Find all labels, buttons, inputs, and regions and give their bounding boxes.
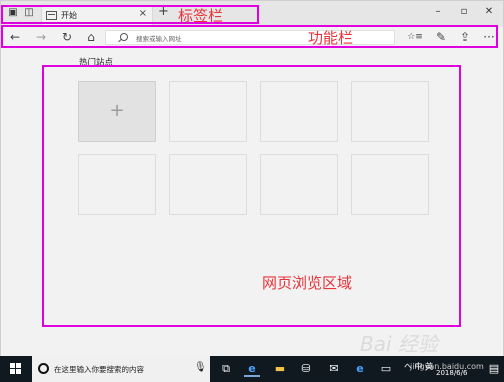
minimize-button[interactable]: – <box>431 6 445 17</box>
file-explorer-icon[interactable]: ▬ <box>272 361 288 377</box>
maximize-button[interactable]: ▫ <box>457 6 471 17</box>
mail-icon[interactable]: ✉ <box>326 361 342 377</box>
task-view-icon[interactable]: ⧉ <box>218 361 234 377</box>
taskbar-search-box[interactable]: 在这里输入你要搜索的内容 🎙 <box>32 356 210 382</box>
store-icon[interactable]: ⛁ <box>298 361 314 377</box>
ie-browser-icon[interactable]: e <box>352 361 368 377</box>
close-button[interactable]: ✕ <box>482 6 496 17</box>
microphone-icon[interactable]: 🎙 <box>194 362 207 373</box>
browse-area-annotation-label: 网页浏览区域 <box>262 274 353 292</box>
watermark: Bai 经验 <box>360 332 438 356</box>
windows-start-icon[interactable] <box>10 363 22 375</box>
notifications-icon[interactable]: ▤ <box>486 361 502 377</box>
watermark-url: jingyan.baidu.com <box>410 362 484 371</box>
function-bar-annotation-box <box>1 25 498 48</box>
cortana-icon <box>38 363 49 374</box>
function-bar-annotation-label: 功能栏 <box>308 29 354 47</box>
edge-browser-icon[interactable]: e <box>244 361 260 377</box>
taskbar-search-placeholder: 在这里输入你要搜索的内容 <box>54 365 144 374</box>
tab-bar-annotation-label: 标签栏 <box>178 7 224 25</box>
browse-area-annotation-box <box>42 65 461 327</box>
folder-icon[interactable]: ▭ <box>378 361 394 377</box>
